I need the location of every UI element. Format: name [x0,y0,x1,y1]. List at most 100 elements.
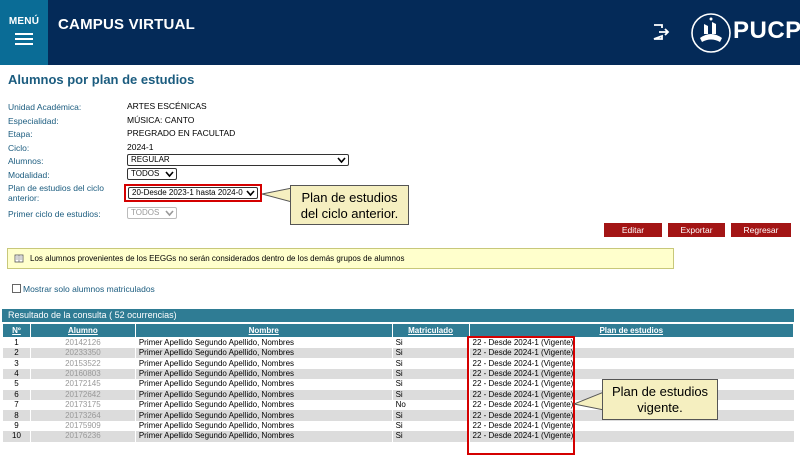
logout-icon[interactable] [652,23,670,41]
callout-pointer [574,391,604,411]
row-number: 1 [2,337,31,348]
primer-ciclo-select: TODOS [127,207,177,219]
alumnos-select-value: REGULAR [131,155,170,164]
editar-button[interactable]: Editar [604,223,662,237]
row-alumno-code[interactable]: 20172642 [29,389,136,400]
exportar-button[interactable]: Exportar [668,223,725,237]
row-number: 3 [2,358,31,369]
ciclo-value: 2024-1 [127,142,154,152]
row-matriculado: No [391,399,469,411]
row-matriculado: Si [391,389,469,400]
row-alumno-code[interactable]: 20173264 [29,410,136,421]
etapa-value: PREGRADO EN FACULTAD [127,128,236,138]
app-title: CAMPUS VIRTUAL [58,16,195,33]
especialidad-label: Especialidad: [8,116,59,126]
row-number: 6 [2,389,31,400]
row-matriculado: Si [391,358,469,369]
table-row: 10 20176236 Primer Apellido Segundo Apel… [2,431,794,442]
ciclo-label: Ciclo: [8,143,30,153]
row-alumno-code[interactable]: 20153522 [29,358,136,369]
chevron-down-icon [246,190,255,197]
row-number: 9 [2,420,31,432]
plan-vigente-highlight [467,336,575,455]
row-alumno-code[interactable]: 20176236 [29,431,136,442]
callout-plan-anterior: Plan de estudios del ciclo anterior. [290,185,409,225]
notice-text: Los alumnos provenientes de los EEGGs no… [30,254,405,263]
hamburger-icon [15,33,33,45]
callout-plan-vigente-line1: Plan de estudios [611,384,709,399]
notice-banner: Los alumnos provenientes de los EEGGs no… [7,248,674,269]
plan-anterior-select[interactable]: 20-Desde 2023-1 hasta 2024-0 [128,187,258,199]
row-nombre: Primer Apellido Segundo Apellido, Nombre… [134,431,393,442]
top-bar: MENÚ CAMPUS VIRTUAL PUCP [0,0,800,65]
regresar-button[interactable]: Regresar [731,223,791,237]
callout-pointer [262,187,292,203]
table-row: 1 20142126 Primer Apellido Segundo Apell… [2,337,794,348]
modalidad-label: Modalidad: [8,170,50,180]
primer-ciclo-select-value: TODOS [131,208,160,217]
row-number: 7 [2,399,31,411]
modalidad-select-value: TODOS [131,169,160,178]
row-nombre: Primer Apellido Segundo Apellido, Nombre… [134,348,393,359]
solo-matriculados-checkbox[interactable] [12,284,21,293]
row-matriculado: Si [391,420,469,432]
row-matriculado: Si [391,431,469,442]
row-matriculado: Si [391,379,469,390]
logo-text: PUCP [733,17,800,44]
alumnos-label: Alumnos: [8,156,44,166]
modalidad-select[interactable]: TODOS [127,168,177,180]
row-alumno-code[interactable]: 20142126 [29,337,136,348]
table-row: 4 20160803 Primer Apellido Segundo Apell… [2,368,794,380]
row-nombre: Primer Apellido Segundo Apellido, Nombre… [134,399,393,411]
unidad-label: Unidad Académica: [8,102,82,112]
row-number: 2 [2,348,31,359]
chevron-down-icon [337,157,346,164]
row-nombre: Primer Apellido Segundo Apellido, Nombre… [134,368,393,380]
row-alumno-code[interactable]: 20173175 [29,399,136,411]
notebook-icon [14,254,24,263]
solo-matriculados-label: Mostrar solo alumnos matriculados [23,284,155,294]
callout-plan-vigente: Plan de estudios vigente. [602,379,718,420]
callout-plan-anterior-line2: del ciclo anterior. [300,206,399,221]
etapa-label: Etapa: [8,129,33,139]
unidad-value: ARTES ESCÉNICAS [127,101,207,111]
row-nombre: Primer Apellido Segundo Apellido, Nombre… [134,420,393,432]
row-alumno-code[interactable]: 20175909 [29,420,136,432]
col-numero-header: Nº [2,323,31,338]
row-alumno-code[interactable]: 20233350 [29,348,136,359]
row-number: 10 [2,431,31,442]
col-matriculado-header[interactable]: Matriculado [391,323,470,338]
especialidad-value: MÚSICA: CANTO [127,115,195,125]
callout-plan-vigente-line2: vigente. [637,400,683,415]
row-alumno-code[interactable]: 20172145 [29,379,136,390]
primer-ciclo-label: Primer ciclo de estudios: [8,209,101,219]
col-alumno-header[interactable]: Alumno [29,323,136,338]
solo-matriculados-row: Mostrar solo alumnos matriculados [12,284,155,294]
menu-label: MENÚ [8,16,40,27]
row-nombre: Primer Apellido Segundo Apellido, Nombre… [134,379,393,390]
table-row: 9 20175909 Primer Apellido Segundo Apell… [2,420,794,432]
row-number: 5 [2,379,31,390]
callout-plan-anterior-line1: Plan de estudios [301,190,398,205]
chevron-down-icon [165,210,174,217]
plan-anterior-label: Plan de estudios del ciclo anterior: [8,183,104,203]
plan-anterior-label-line1: Plan de estudios del ciclo [8,183,104,193]
chevron-down-icon [165,171,174,178]
table-row: 2 20233350 Primer Apellido Segundo Apell… [2,348,794,359]
results-header: Resultado de la consulta ( 52 ocurrencia… [2,309,794,322]
row-matriculado: Si [391,348,469,359]
plan-anterior-select-value: 20-Desde 2023-1 hasta 2024-0 [132,188,243,197]
row-nombre: Primer Apellido Segundo Apellido, Nombre… [134,389,393,400]
plan-anterior-label-line2: anterior: [8,193,40,203]
row-matriculado: Si [391,368,469,380]
menu-button[interactable]: MENÚ [0,0,48,65]
alumnos-select[interactable]: REGULAR [127,154,349,166]
page-title: Alumnos por plan de estudios [8,72,195,87]
col-nombre-header[interactable]: Nombre [134,323,393,338]
row-number: 4 [2,368,31,380]
table-header-row: Nº Alumno Nombre Matriculado Plan de est… [2,323,794,338]
row-nombre: Primer Apellido Segundo Apellido, Nombre… [134,337,393,348]
table-row: 3 20153522 Primer Apellido Segundo Apell… [2,358,794,369]
row-nombre: Primer Apellido Segundo Apellido, Nombre… [134,358,393,369]
row-alumno-code[interactable]: 20160803 [29,368,136,380]
